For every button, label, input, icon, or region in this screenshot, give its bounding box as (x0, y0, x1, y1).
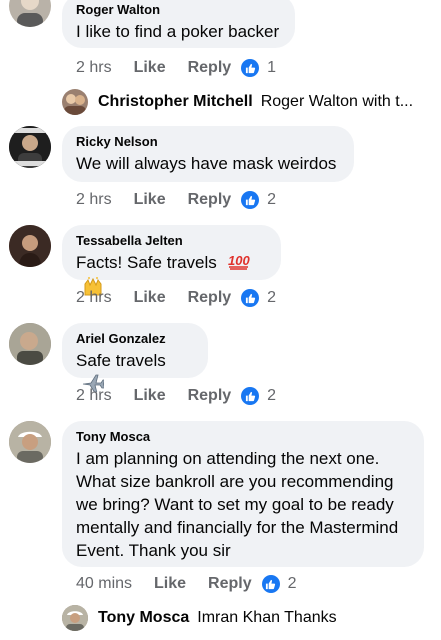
comment-bubble: Roger Walton I like to find a poker back… (62, 0, 295, 48)
comment-actions: 2 hrs Like Reply 2 (76, 191, 276, 209)
like-button[interactable]: Like (134, 191, 166, 209)
thumbs-up-icon[interactable] (241, 387, 260, 405)
comment-actions: 2 hrs Like Reply 2 (76, 289, 276, 307)
avatar[interactable] (9, 225, 51, 267)
comment-text-line: Event. Thank you sir (76, 541, 231, 560)
avatar[interactable] (62, 89, 88, 115)
comment-actions: 40 mins Like Reply 2 (76, 575, 297, 593)
comment-time[interactable]: 40 mins (76, 575, 132, 593)
comment-text: I like to find a poker backer (76, 22, 280, 41)
reaction-count[interactable]: 2 (288, 575, 297, 593)
reaction-count[interactable]: 2 (267, 289, 276, 307)
comment-author[interactable]: Roger Walton (76, 1, 281, 18)
avatar[interactable] (9, 126, 51, 168)
comment-text-line: we bring? Want to set my goal to be read… (76, 495, 394, 514)
comment-time[interactable]: 2 hrs (76, 191, 112, 209)
svg-text:100: 100 (228, 253, 250, 268)
comment-author[interactable]: Tessabella Jelten (76, 232, 267, 249)
comment-bubble: Tony Mosca I am planning on attending th… (62, 421, 424, 567)
reaction-count[interactable]: 2 (267, 387, 276, 405)
reply-text: Imran Khan Thanks (197, 609, 337, 626)
hundred-points-emoji: 100 (228, 252, 250, 276)
avatar[interactable] (9, 323, 51, 365)
reaction-count[interactable]: 1 (267, 59, 276, 77)
thumbs-up-icon[interactable] (261, 575, 280, 593)
comment-text: We will always have mask weirdos (76, 154, 337, 173)
comment-text-content: Safe travels (76, 351, 166, 370)
reply-button[interactable]: Reply (208, 575, 252, 593)
comment-bubble: Ricky Nelson We will always have mask we… (62, 126, 354, 182)
comment-actions: 2 hrs Like Reply 2 (76, 387, 276, 405)
comment-time[interactable]: 2 hrs (76, 387, 112, 405)
reply-button[interactable]: Reply (188, 59, 232, 77)
like-button[interactable]: Like (134, 59, 166, 77)
comment-actions: 2 hrs Like Reply 1 (76, 59, 276, 77)
comment-author[interactable]: Ricky Nelson (76, 133, 340, 150)
reply-preview[interactable]: Tony Mosca Imran Khan Thanks (62, 605, 337, 631)
comment-author[interactable]: Tony Mosca (76, 428, 410, 445)
thumbs-up-icon[interactable] (241, 289, 260, 307)
comment-bubble: Tessabella Jelten Facts! Safe travels 10… (62, 225, 281, 296)
reply-preview[interactable]: Christopher Mitchell Roger Walton with t… (62, 89, 413, 115)
like-button[interactable]: Like (154, 575, 186, 593)
reply-author[interactable]: Tony Mosca (98, 609, 189, 627)
comment-author[interactable]: Ariel Gonzalez (76, 330, 194, 347)
avatar[interactable] (62, 605, 88, 631)
reply-button[interactable]: Reply (188, 191, 232, 209)
comment-text-line: I am planning on attending the next one. (76, 449, 380, 468)
like-button[interactable]: Like (134, 387, 166, 405)
avatar[interactable] (9, 0, 51, 27)
reaction-count[interactable]: 2 (267, 191, 276, 209)
comment-text-line: mentally and financially for the Masterm… (76, 518, 399, 537)
comment-time[interactable]: 2 hrs (76, 289, 112, 307)
reply-text: Roger Walton with t... (260, 93, 414, 110)
like-button[interactable]: Like (134, 289, 166, 307)
thumbs-up-icon[interactable] (241, 59, 260, 77)
reply-button[interactable]: Reply (188, 289, 232, 307)
thumbs-up-icon[interactable] (241, 191, 260, 209)
avatar[interactable] (9, 421, 51, 463)
comment-bubble: Ariel Gonzalez Safe travels (62, 323, 208, 394)
reply-author[interactable]: Christopher Mitchell (98, 93, 253, 111)
comment-text-line: What size bankroll are you recommending (76, 472, 394, 491)
comment-time[interactable]: 2 hrs (76, 59, 112, 77)
comment-text-content: Facts! Safe travels (76, 253, 217, 272)
comment-text: I am planning on attending the next one.… (76, 447, 410, 562)
reply-button[interactable]: Reply (188, 387, 232, 405)
